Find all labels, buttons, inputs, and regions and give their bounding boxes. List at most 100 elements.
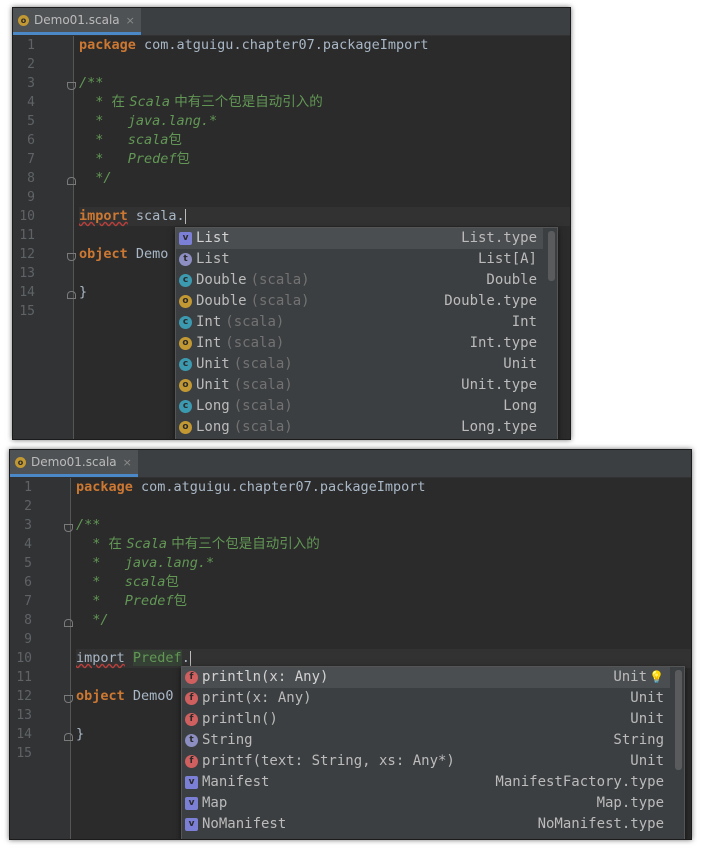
doc-comment: * — [95, 94, 112, 110]
fold-toggle-icon[interactable] — [67, 82, 76, 90]
completion-item[interactable]: v NoManifest NoManifest.type — [182, 814, 670, 835]
completion-name: NoManifest — [202, 816, 287, 832]
completion-type: Unit — [503, 354, 537, 375]
popup-scrollbar[interactable] — [674, 668, 683, 839]
completion-name: Manifest — [202, 774, 270, 790]
completion-item[interactable]: f printf(text: String, xs: Any*) Unit — [182, 751, 670, 772]
completion-item[interactable]: o Int (scala) Int.type — [176, 333, 543, 354]
completion-label: Double (scala) — [196, 270, 310, 291]
line-number: 8 — [24, 613, 32, 628]
typed-text: scala. — [135, 208, 185, 224]
doc-comment: * Predef — [92, 593, 174, 609]
completion-item[interactable]: t String String — [182, 730, 670, 751]
popup-scrollbar[interactable] — [547, 229, 556, 439]
completion-name: Double — [196, 293, 247, 309]
completion-type: Unit.type — [461, 375, 537, 396]
doc-comment: */ — [95, 170, 112, 186]
line-number: 2 — [27, 57, 35, 72]
completion-type-text: Unit.type — [461, 377, 537, 393]
object-icon: o — [179, 337, 192, 350]
lightbulb-icon[interactable]: 💡 — [649, 670, 664, 684]
completion-label: Manifest — [202, 772, 269, 793]
line-number: 3 — [24, 518, 32, 533]
completion-type-text: Int — [511, 314, 537, 330]
completion-item[interactable]: t List List[A] — [176, 249, 543, 270]
class-icon: c — [179, 316, 192, 329]
completion-item[interactable]: f println() Unit — [182, 709, 670, 730]
completion-package: (scala) — [233, 398, 293, 414]
completion-type: Double.type — [444, 291, 537, 312]
completion-item[interactable]: v Manifest ManifestFactory.type — [182, 772, 670, 793]
completion-type: Long — [503, 396, 537, 417]
fold-toggle-icon[interactable] — [64, 524, 73, 532]
doc-comment: 包 — [176, 151, 191, 167]
doc-comment: 中有三个包是自动引入的 — [169, 94, 323, 110]
completion-popup: v List List.type t List List[A] c Double (scala)… — [175, 227, 558, 439]
keyword: object — [79, 246, 128, 262]
completion-name: Map — [202, 795, 228, 811]
tab-title: Demo01.scala — [34, 13, 120, 27]
fold-toggle-icon[interactable] — [67, 291, 76, 299]
completion-name: Int — [196, 335, 222, 351]
completion-name: Double — [196, 272, 247, 288]
doc-comment: * Predef — [95, 151, 177, 167]
line-gutter: 1 2 3 4 5 6 7 8 9 10 11 12 13 14 15 — [10, 478, 73, 839]
fold-toggle-icon[interactable] — [67, 177, 76, 185]
completion-item[interactable]: o Unit (scala) Unit.type — [176, 375, 543, 396]
fold-toggle-icon[interactable] — [64, 733, 73, 741]
completion-label: Map — [202, 793, 227, 814]
completion-item[interactable]: f print(x: Any) Unit — [182, 688, 670, 709]
line-number: 10 — [19, 209, 35, 224]
completion-type-text: List[A] — [477, 251, 537, 267]
completion-package: (scala) — [233, 356, 293, 372]
completion-label: Unit (scala) — [196, 375, 293, 396]
completion-type-text: Unit — [503, 356, 537, 372]
completion-label: Int (scala) — [196, 312, 284, 333]
editor-tab[interactable]: o Demo01.scala × — [10, 450, 138, 477]
close-tab-icon[interactable]: × — [123, 456, 132, 469]
line-number: 12 — [19, 247, 35, 262]
doc-comment: Scala — [129, 94, 170, 110]
fold-toggle-icon[interactable] — [64, 619, 73, 627]
type-icon: t — [179, 253, 192, 266]
completion-item[interactable]: c Double (scala) Double — [176, 270, 543, 291]
completion-item[interactable]: f println(x: Any) Unit 💡 — [182, 667, 670, 688]
line-number: 1 — [24, 480, 32, 495]
completion-type-text: NoManifest.type — [537, 816, 664, 832]
completion-item[interactable]: o Double (scala) Double.type — [176, 291, 543, 312]
completion-type: Map.type — [597, 793, 664, 814]
completion-type: Long.type — [461, 417, 537, 438]
completion-type-text: Double — [486, 272, 537, 288]
typed-text: Predef — [132, 650, 182, 666]
completion-item[interactable]: o Long (scala) Long.type — [176, 417, 543, 438]
completion-item[interactable]: v Map Map.type — [182, 793, 670, 814]
completion-item[interactable]: c Long (scala) Long — [176, 396, 543, 417]
scrollbar-thumb[interactable] — [675, 670, 682, 770]
class-icon: c — [179, 274, 192, 287]
function-icon: f — [185, 713, 198, 726]
completion-label: Long (scala) — [196, 396, 293, 417]
completion-item[interactable]: v List List.type — [176, 228, 543, 249]
closing-brace: } — [79, 284, 88, 300]
completion-item[interactable]: c Unit (scala) Unit — [176, 354, 543, 375]
completion-type: NoManifest.type — [538, 814, 664, 835]
scrollbar-thumb[interactable] — [548, 231, 555, 281]
completion-name: Long — [196, 419, 230, 435]
fold-toggle-icon[interactable] — [67, 253, 76, 261]
doc-comment: 包 — [165, 574, 179, 590]
function-icon: f — [185, 755, 198, 768]
completion-popup: f println(x: Any) Unit 💡 f print(x: Any) Unit f… — [181, 666, 685, 839]
code-line-4: * 在 Scala 中有三个包是自动引入的 — [79, 93, 570, 112]
fold-toggle-icon[interactable] — [64, 695, 73, 703]
editor-tab[interactable]: o Demo01.scala × — [13, 8, 141, 35]
keyword: package — [76, 479, 133, 495]
class-icon: c — [179, 358, 192, 371]
doc-comment: /** — [79, 75, 104, 91]
completion-type: Unit — [630, 751, 664, 772]
editor-tab-bar: o Demo01.scala × — [13, 8, 570, 36]
close-tab-icon[interactable]: × — [126, 14, 135, 27]
completion-name: Int — [196, 314, 222, 330]
completion-type-text: String — [613, 732, 664, 748]
completion-item[interactable]: c Int (scala) Int — [176, 312, 543, 333]
completion-label: Int (scala) — [196, 333, 284, 354]
